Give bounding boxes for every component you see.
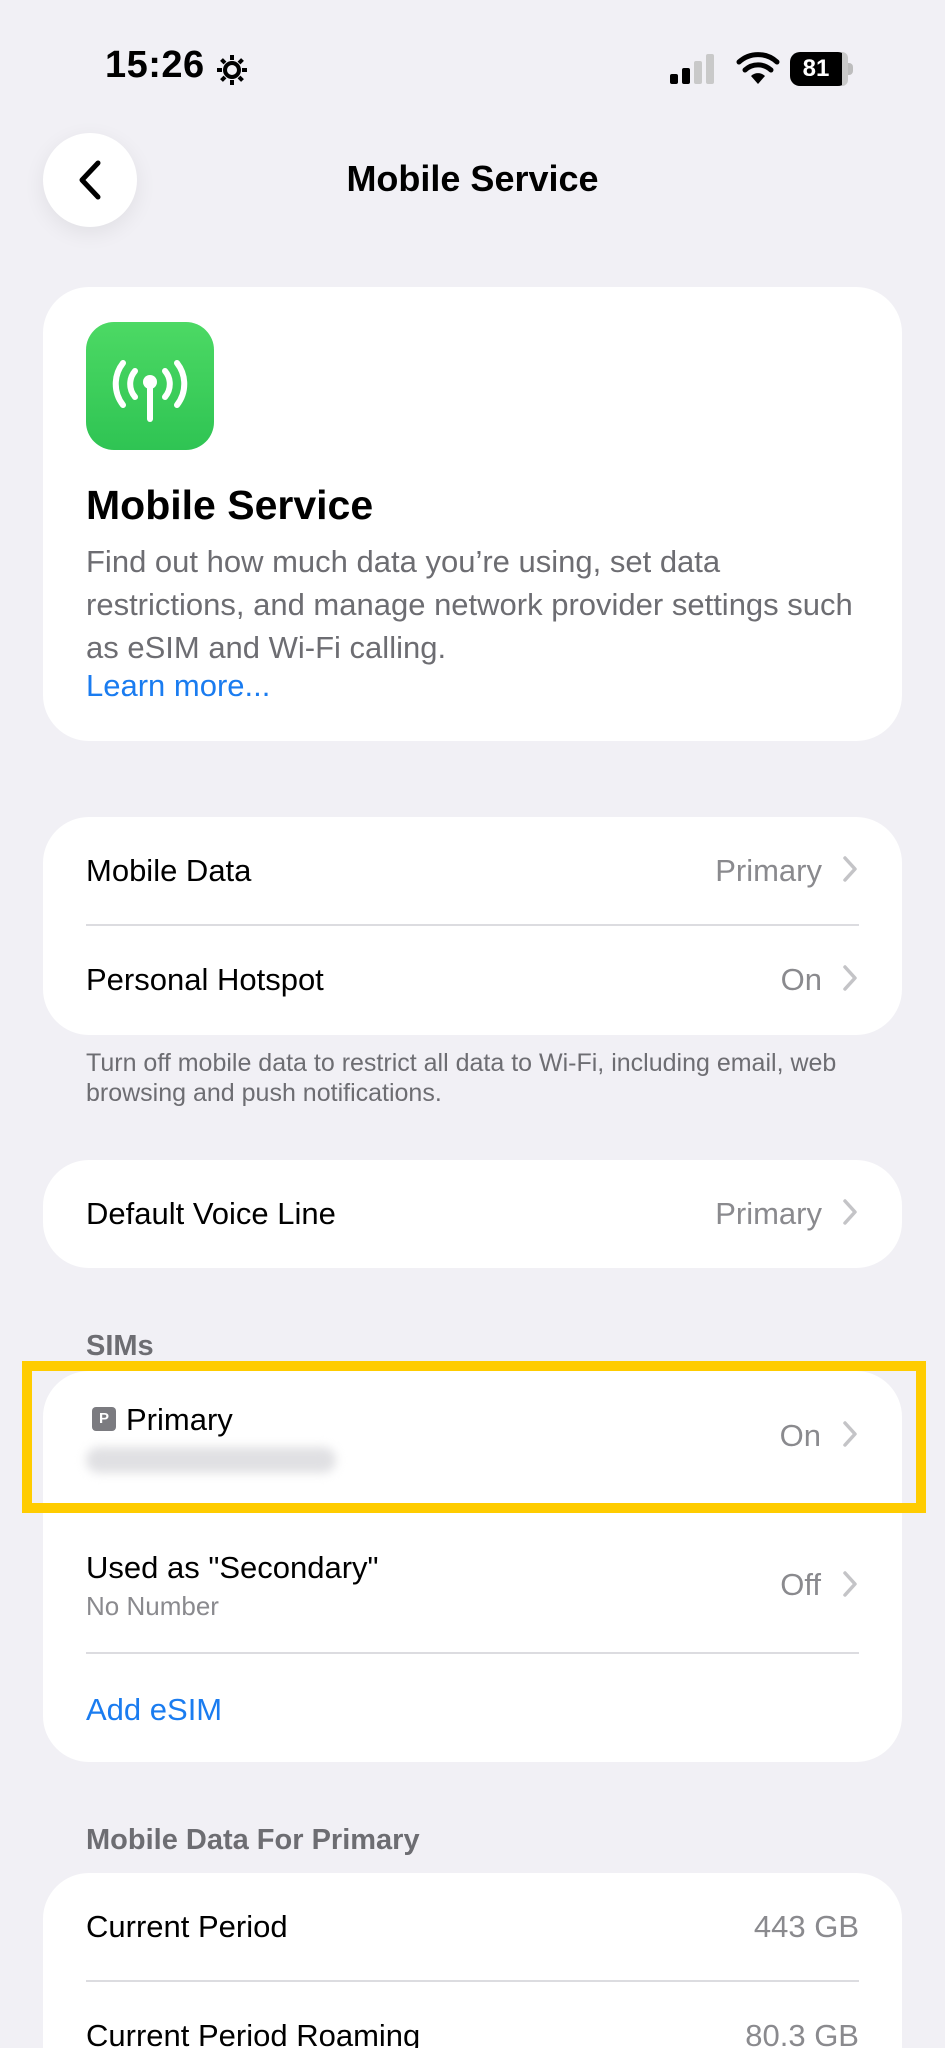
page-title: Mobile Service <box>346 158 599 199</box>
sim-secondary-value: Off <box>780 1567 821 1602</box>
gear-icon <box>217 55 247 85</box>
info-title: Mobile Service <box>86 482 374 528</box>
mobile-data-row[interactable]: Mobile Data Primary <box>43 817 902 925</box>
current-period-label: Current Period <box>86 1909 288 1944</box>
mobile-data-value: Primary <box>715 853 822 888</box>
chevron-right-icon <box>843 1571 857 1597</box>
default-voice-line-row[interactable]: Default Voice Line Primary <box>43 1160 902 1268</box>
divider <box>86 1652 859 1654</box>
current-period-roaming-row: Current Period Roaming 80.3 GB <box>43 1982 902 2048</box>
default-voice-line-label: Default Voice Line <box>86 1196 336 1231</box>
learn-more-link[interactable]: Learn more... <box>86 668 270 704</box>
mobile-data-footnote: Turn off mobile data to restrict all dat… <box>86 1049 837 1107</box>
sim-secondary-label: Used as "Secondary" <box>86 1550 379 1585</box>
status-time: 15:26 <box>105 44 205 86</box>
add-esim-button[interactable]: Add eSIM <box>86 1692 222 1728</box>
usage-group: Current Period 443 GB Current Period Roa… <box>43 1873 902 2048</box>
antenna-icon <box>86 322 214 450</box>
usage-section-header: Mobile Data For Primary <box>86 1824 420 1856</box>
current-period-roaming-label: Current Period Roaming <box>86 2018 421 2048</box>
personal-hotspot-row[interactable]: Personal Hotspot On <box>43 926 902 1035</box>
current-period-value: 443 GB <box>753 1909 859 1944</box>
battery-level: 81 <box>802 55 830 82</box>
cellular-signal-icon <box>670 54 714 84</box>
wifi-icon <box>736 52 780 84</box>
battery-icon: 81 <box>790 52 854 86</box>
mobile-data-label: Mobile Data <box>86 853 252 888</box>
personal-hotspot-value: On <box>780 962 822 997</box>
default-voice-line-value: Primary <box>715 1196 822 1231</box>
current-period-row: Current Period 443 GB <box>43 1873 902 1981</box>
chevron-right-icon <box>843 1199 857 1225</box>
current-period-roaming-value: 80.3 GB <box>745 2018 859 2048</box>
mobile-data-group: Mobile Data Primary Personal Hotspot On <box>43 817 902 1035</box>
highlight-box <box>22 1361 926 1513</box>
info-description: Find out how much data you’re using, set… <box>86 544 853 665</box>
sims-section-header: SIMs <box>86 1330 154 1362</box>
sim-secondary-sublabel: No Number <box>86 1591 219 1621</box>
personal-hotspot-label: Personal Hotspot <box>86 962 324 997</box>
chevron-right-icon <box>843 856 857 882</box>
chevron-right-icon <box>843 965 857 991</box>
